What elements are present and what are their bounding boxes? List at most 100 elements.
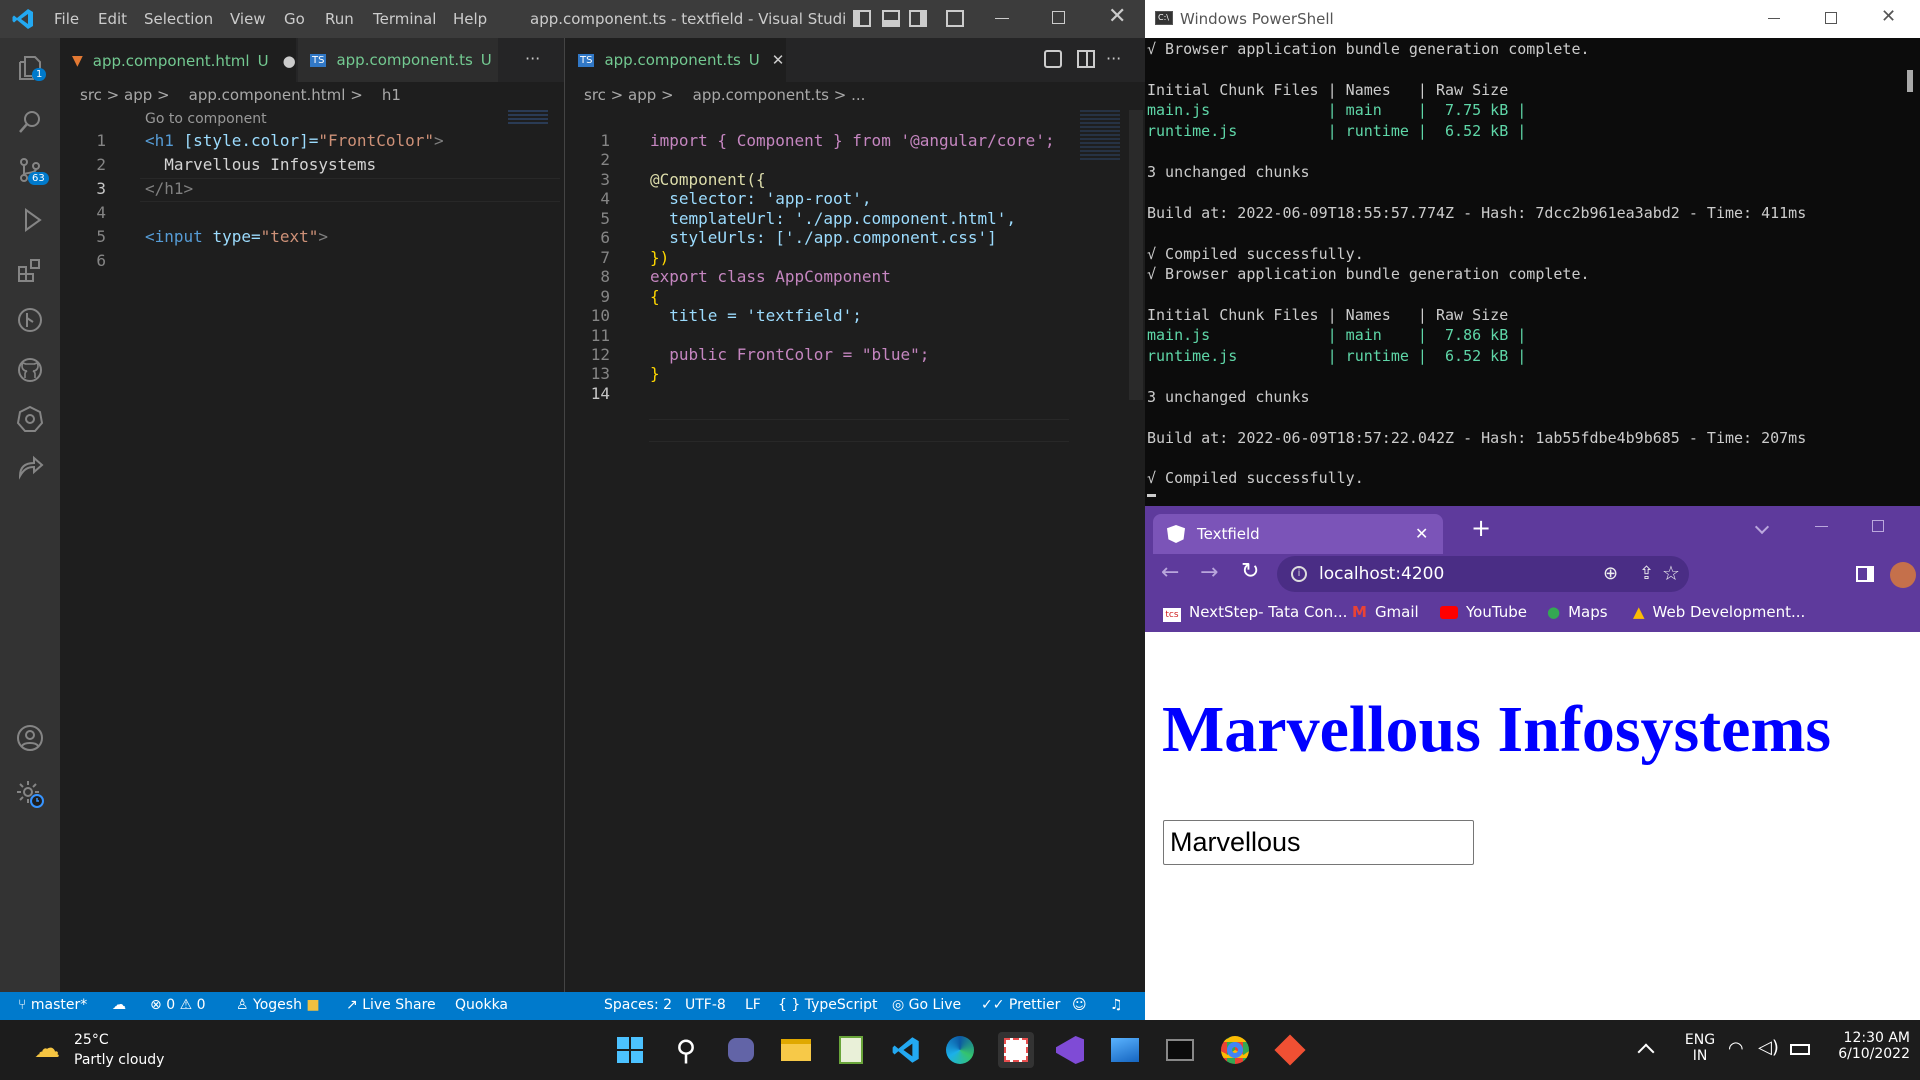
text-input[interactable] (1163, 820, 1474, 865)
code-line[interactable]: selector: 'app-root', (650, 189, 871, 208)
address-bar[interactable]: i localhost:4200 ⊕ ⇪ ☆ (1277, 556, 1689, 592)
notes-app-icon[interactable] (833, 1032, 869, 1068)
reload-icon[interactable]: ↻ (1241, 559, 1259, 584)
photos-icon[interactable] (1107, 1032, 1143, 1068)
close-icon[interactable]: ✕ (1881, 6, 1896, 27)
code-line[interactable]: @Component({ (650, 170, 766, 189)
bookmark-nextstep[interactable]: tcs NextStep- Tata Con... (1163, 603, 1347, 622)
sync-icon[interactable]: ☁ (112, 997, 126, 1013)
git-graph-icon[interactable] (10, 300, 50, 340)
breadcrumb[interactable]: src > app > app.component.html > h1 (80, 86, 401, 104)
maximize-icon[interactable] (1825, 12, 1837, 24)
chrome-tab-textfield[interactable]: Textfield ✕ (1153, 514, 1443, 554)
run-debug-icon[interactable] (10, 200, 50, 240)
prettier-item[interactable]: ✓✓ Prettier (981, 997, 1060, 1013)
eol-item[interactable]: LF (745, 997, 761, 1013)
snipping-tool-icon[interactable] (998, 1032, 1034, 1068)
menu-help[interactable]: Help (453, 10, 487, 28)
bookmark-gmail[interactable]: M Gmail (1352, 603, 1419, 621)
code-line[interactable]: </h1> (145, 179, 193, 198)
more-actions-icon[interactable]: ··· (1106, 49, 1121, 68)
weather-widget[interactable]: ☁ 25°C Partly cloudy (30, 1030, 180, 1070)
code-line[interactable]: } (650, 364, 660, 383)
terminal-scrollbar[interactable] (1907, 70, 1913, 92)
source-control-icon[interactable]: 63 (10, 150, 50, 190)
accounts-icon[interactable] (10, 718, 50, 758)
code-line[interactable]: <input type="text"> (145, 227, 328, 246)
language-item[interactable]: { } TypeScript (778, 997, 877, 1013)
edge-icon[interactable] (942, 1032, 978, 1068)
tab-close-icon[interactable]: ✕ (1415, 524, 1428, 543)
manage-gear-icon[interactable] (10, 774, 50, 814)
layout-toggle-panel-icon[interactable] (882, 10, 900, 27)
minimize-icon[interactable] (1768, 18, 1780, 19)
volume-icon[interactable]: ◁) (1758, 1037, 1779, 1058)
tab-search-chevron-down-icon[interactable] (1754, 519, 1770, 535)
forward-arrow-icon[interactable]: → (1200, 560, 1218, 585)
github-icon[interactable] (10, 350, 50, 390)
encoding-item[interactable]: UTF-8 (685, 997, 726, 1013)
minimize-icon[interactable] (1815, 526, 1828, 527)
side-panel-icon[interactable] (1856, 566, 1874, 582)
explorer-icon[interactable]: 1 (10, 48, 50, 88)
file-explorer-icon[interactable] (778, 1032, 814, 1068)
menu-edit[interactable]: Edit (98, 10, 127, 28)
code-line[interactable]: }) (650, 248, 669, 267)
code-line[interactable]: { (650, 287, 660, 306)
branch-item[interactable]: ⑂ master* (18, 997, 87, 1013)
menu-selection[interactable]: Selection (144, 10, 213, 28)
breadcrumb[interactable]: src > app > app.component.ts > ... (584, 86, 865, 104)
terminal-icon[interactable] (1162, 1032, 1198, 1068)
unsaved-dot-icon[interactable]: ● (283, 52, 296, 70)
minimap[interactable] (1080, 110, 1120, 160)
code-line[interactable]: templateUrl: './app.component.html', (650, 209, 1016, 228)
problems-item[interactable]: ⊗ 0 ⚠ 0 (150, 997, 206, 1013)
menu-run[interactable]: Run (325, 10, 354, 28)
code-line[interactable]: <h1 [style.color]="FrontColor"> (145, 131, 444, 150)
scrollbar[interactable] (1129, 110, 1143, 400)
git-icon[interactable] (1272, 1032, 1308, 1068)
pane-divider[interactable] (564, 38, 565, 992)
tab-app-component-html[interactable]: ▼ app.component.html U ● (60, 38, 296, 82)
menu-view[interactable]: View (230, 10, 266, 28)
language-indicator[interactable]: ENG IN (1680, 1032, 1720, 1064)
live-share-item[interactable]: ↗ Live Share (346, 997, 436, 1013)
profile-avatar[interactable] (1890, 562, 1916, 588)
back-arrow-icon[interactable]: ← (1161, 560, 1179, 585)
customize-layout-icon[interactable] (946, 10, 964, 27)
bookmark-web-development[interactable]: ▲ Web Development... (1633, 603, 1805, 621)
indentation-item[interactable]: Spaces: 2 (604, 997, 672, 1013)
chevron-up-icon[interactable] (1637, 1043, 1655, 1061)
tab-close-icon[interactable]: ✕ (772, 51, 785, 69)
notifications-bell-icon[interactable]: ♫ (1110, 997, 1123, 1013)
feedback-icon[interactable]: ☺ (1072, 997, 1087, 1013)
code-lens[interactable]: Go to component (145, 111, 267, 127)
layout-toggle-secondary-icon[interactable] (909, 10, 927, 27)
visual-studio-icon[interactable] (1052, 1032, 1088, 1068)
compare-changes-icon[interactable] (1044, 50, 1062, 68)
code-line[interactable]: public FrontColor = "blue"; (650, 345, 929, 364)
kubernetes-icon[interactable] (10, 399, 50, 439)
teams-chat-icon[interactable] (723, 1032, 759, 1068)
close-icon[interactable]: ✕ (1108, 4, 1126, 29)
site-info-icon[interactable]: i (1291, 566, 1307, 582)
code-line[interactable]: styleUrls: ['./app.component.css'] (650, 228, 997, 247)
search-icon[interactable]: ⚲ (668, 1032, 704, 1068)
zoom-icon[interactable]: ⊕ (1603, 563, 1618, 584)
maximize-icon[interactable] (1872, 520, 1884, 532)
go-live-item[interactable]: ◎ Go Live (892, 997, 961, 1013)
clock[interactable]: 12:30 AM 6/10/2022 (1820, 1030, 1910, 1062)
code-line[interactable]: Marvellous Infosystems (145, 155, 376, 174)
bookmark-youtube[interactable]: YouTube (1440, 603, 1527, 621)
code-line[interactable]: title = 'textfield'; (650, 306, 862, 325)
wifi-icon[interactable]: ◠ (1728, 1038, 1744, 1059)
share-icon[interactable]: ⇪ (1639, 563, 1654, 584)
live-share-icon[interactable] (10, 448, 50, 488)
bookmark-maps[interactable]: ● Maps (1547, 603, 1608, 621)
tab-app-component-ts[interactable]: TS app.component.ts U (298, 38, 498, 82)
bookmark-star-icon[interactable]: ☆ (1662, 561, 1680, 585)
battery-icon[interactable] (1790, 1044, 1810, 1055)
search-icon[interactable] (10, 102, 50, 142)
user-item[interactable]: ♙ Yogesh ■ (236, 997, 320, 1013)
start-windows-icon[interactable] (612, 1032, 648, 1068)
